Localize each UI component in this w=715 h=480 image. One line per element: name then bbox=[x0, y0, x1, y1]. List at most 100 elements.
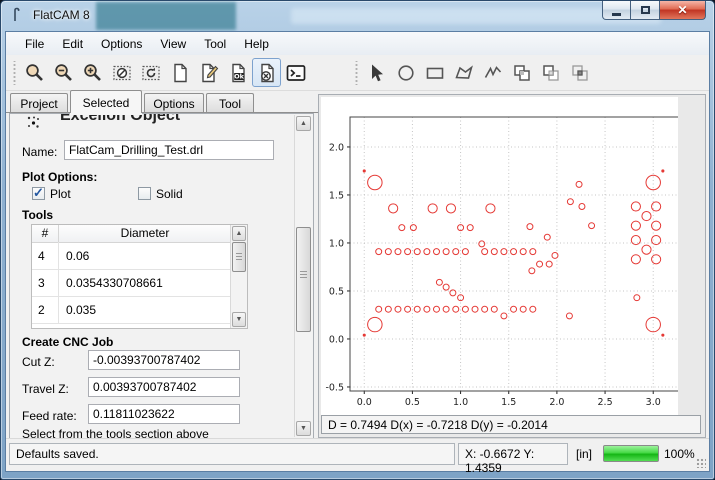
subtract-button[interactable] bbox=[536, 58, 565, 87]
check-icon: ✓ bbox=[33, 185, 44, 201]
name-label: Name: bbox=[22, 145, 57, 159]
toolbar-drag-handle[interactable] bbox=[12, 61, 17, 85]
clear-plot-button[interactable] bbox=[107, 58, 136, 87]
cnc-header: Create CNC Job bbox=[22, 335, 113, 349]
close-icon: ✕ bbox=[677, 3, 687, 17]
excellon-object-icon bbox=[26, 115, 41, 130]
draw-circle-button[interactable] bbox=[391, 58, 420, 87]
toolbar-drag-handle[interactable] bbox=[354, 61, 359, 85]
zoom-fit-button[interactable] bbox=[20, 58, 49, 87]
toolbar-group-geometry bbox=[354, 58, 594, 87]
mouse-coordinates: X: -0.6672 Y: 1.4359 bbox=[458, 443, 568, 465]
progress-percent: 100% bbox=[664, 447, 695, 461]
col-number[interactable]: # bbox=[32, 225, 59, 242]
feedrate-label: Feed rate: bbox=[22, 409, 77, 423]
tab-options[interactable]: Options bbox=[144, 93, 204, 113]
table-scrollbar[interactable]: ▲ ▼ bbox=[230, 225, 247, 328]
tab-tool[interactable]: Tool bbox=[206, 93, 254, 113]
plot-checkbox-label[interactable]: Plot bbox=[50, 187, 71, 201]
replot-icon bbox=[140, 62, 162, 84]
tool-diameter: 0.0354330708661 bbox=[59, 276, 163, 290]
plot-options-label: Plot Options: bbox=[22, 170, 97, 184]
drill-plot[interactable]: 0.00.51.01.52.02.53.0-0.50.00.51.01.52.0 bbox=[321, 97, 678, 417]
tab-project[interactable]: Project bbox=[10, 93, 68, 113]
zoom-in-icon bbox=[82, 62, 104, 84]
intersect-button[interactable] bbox=[565, 58, 594, 87]
draw-polyline-button[interactable] bbox=[478, 58, 507, 87]
clear-plot-icon bbox=[111, 62, 133, 84]
menu-tool[interactable]: Tool bbox=[195, 34, 235, 54]
draw-polygon-button[interactable] bbox=[449, 58, 478, 87]
menu-edit[interactable]: Edit bbox=[53, 34, 92, 54]
menu-file[interactable]: File bbox=[16, 34, 53, 54]
cutz-input[interactable] bbox=[88, 350, 240, 370]
flatcam-window: FlatCAM 8 ✕ File Edit Options View Tool … bbox=[0, 0, 715, 480]
maximize-icon bbox=[641, 6, 650, 14]
draw-rectangle-button[interactable] bbox=[420, 58, 449, 87]
scroll-up-icon[interactable]: ▲ bbox=[296, 116, 311, 131]
zoom-out-button[interactable] bbox=[49, 58, 78, 87]
svg-text:0.0: 0.0 bbox=[357, 397, 372, 408]
ok-file-button[interactable]: Ok bbox=[223, 58, 252, 87]
panel-scrollbar[interactable]: ▲ ▼ bbox=[294, 115, 312, 437]
file-pencil-icon bbox=[198, 62, 220, 84]
name-input[interactable] bbox=[64, 140, 274, 160]
shell-button[interactable] bbox=[281, 58, 310, 87]
panel-scrollbar-thumb[interactable] bbox=[296, 227, 311, 332]
menu-options[interactable]: Options bbox=[92, 34, 151, 54]
delete-object-button[interactable] bbox=[252, 58, 281, 87]
solid-checkbox-label[interactable]: Solid bbox=[156, 187, 183, 201]
tool-number: 2 bbox=[32, 296, 59, 323]
svg-text:-0.5: -0.5 bbox=[325, 382, 344, 393]
select-tool-button[interactable] bbox=[362, 58, 391, 87]
cutz-label: Cut Z: bbox=[22, 355, 55, 369]
subtract-icon bbox=[540, 62, 562, 84]
close-button[interactable]: ✕ bbox=[659, 1, 706, 20]
zoom-out-icon bbox=[53, 62, 75, 84]
file-delete-icon bbox=[256, 62, 278, 84]
status-message: Defaults saved. bbox=[9, 443, 455, 465]
svg-text:3.0: 3.0 bbox=[646, 397, 661, 408]
polygon-icon bbox=[453, 62, 475, 84]
feedrate-input[interactable] bbox=[88, 404, 240, 424]
new-project-button[interactable] bbox=[165, 58, 194, 87]
tool-number: 3 bbox=[32, 269, 59, 296]
zoom-in-button[interactable] bbox=[78, 58, 107, 87]
scroll-down-icon[interactable]: ▼ bbox=[296, 421, 311, 436]
toolbar-group-plot: Ok bbox=[12, 58, 310, 87]
tab-selected[interactable]: Selected bbox=[70, 90, 142, 113]
minimize-button[interactable] bbox=[602, 1, 631, 20]
table-row[interactable]: 3 0.0354330708661 bbox=[32, 269, 231, 297]
svg-text:2.0: 2.0 bbox=[329, 142, 344, 153]
toolbar: Ok bbox=[6, 55, 709, 91]
scroll-down-icon[interactable]: ▼ bbox=[232, 312, 246, 327]
travelz-input[interactable] bbox=[88, 377, 240, 397]
tool-diameter: 0.06 bbox=[59, 249, 89, 263]
menu-view[interactable]: View bbox=[151, 34, 195, 54]
col-diameter[interactable]: Diameter bbox=[59, 225, 231, 242]
solid-checkbox[interactable] bbox=[138, 187, 151, 200]
units-label: [in] bbox=[576, 447, 592, 461]
union-button[interactable] bbox=[507, 58, 536, 87]
plot-figure[interactable]: 0.00.51.01.52.02.53.0-0.50.00.51.01.52.0 bbox=[321, 97, 678, 417]
resize-grip[interactable] bbox=[696, 458, 706, 468]
union-icon bbox=[511, 62, 533, 84]
plot-checkbox[interactable]: ✓ bbox=[32, 187, 45, 200]
minimize-icon bbox=[612, 13, 621, 16]
svg-text:0.5: 0.5 bbox=[405, 397, 420, 408]
maximize-button[interactable] bbox=[631, 1, 659, 20]
progress-bar bbox=[603, 445, 659, 462]
table-scrollbar-thumb[interactable] bbox=[232, 242, 246, 272]
scroll-up-icon[interactable]: ▲ bbox=[232, 226, 246, 241]
svg-text:Ok: Ok bbox=[234, 72, 245, 80]
titlebar[interactable]: FlatCAM 8 ✕ bbox=[1, 1, 714, 31]
tool-diameter: 0.035 bbox=[59, 303, 96, 317]
svg-text:0.0: 0.0 bbox=[329, 334, 344, 345]
replot-button[interactable] bbox=[136, 58, 165, 87]
zoom-fit-icon bbox=[24, 62, 46, 84]
table-row[interactable]: 2 0.035 bbox=[32, 296, 231, 324]
menu-help[interactable]: Help bbox=[235, 34, 278, 54]
svg-text:1.0: 1.0 bbox=[453, 397, 468, 408]
open-project-button[interactable] bbox=[194, 58, 223, 87]
table-row[interactable]: 4 0.06 bbox=[32, 242, 231, 270]
